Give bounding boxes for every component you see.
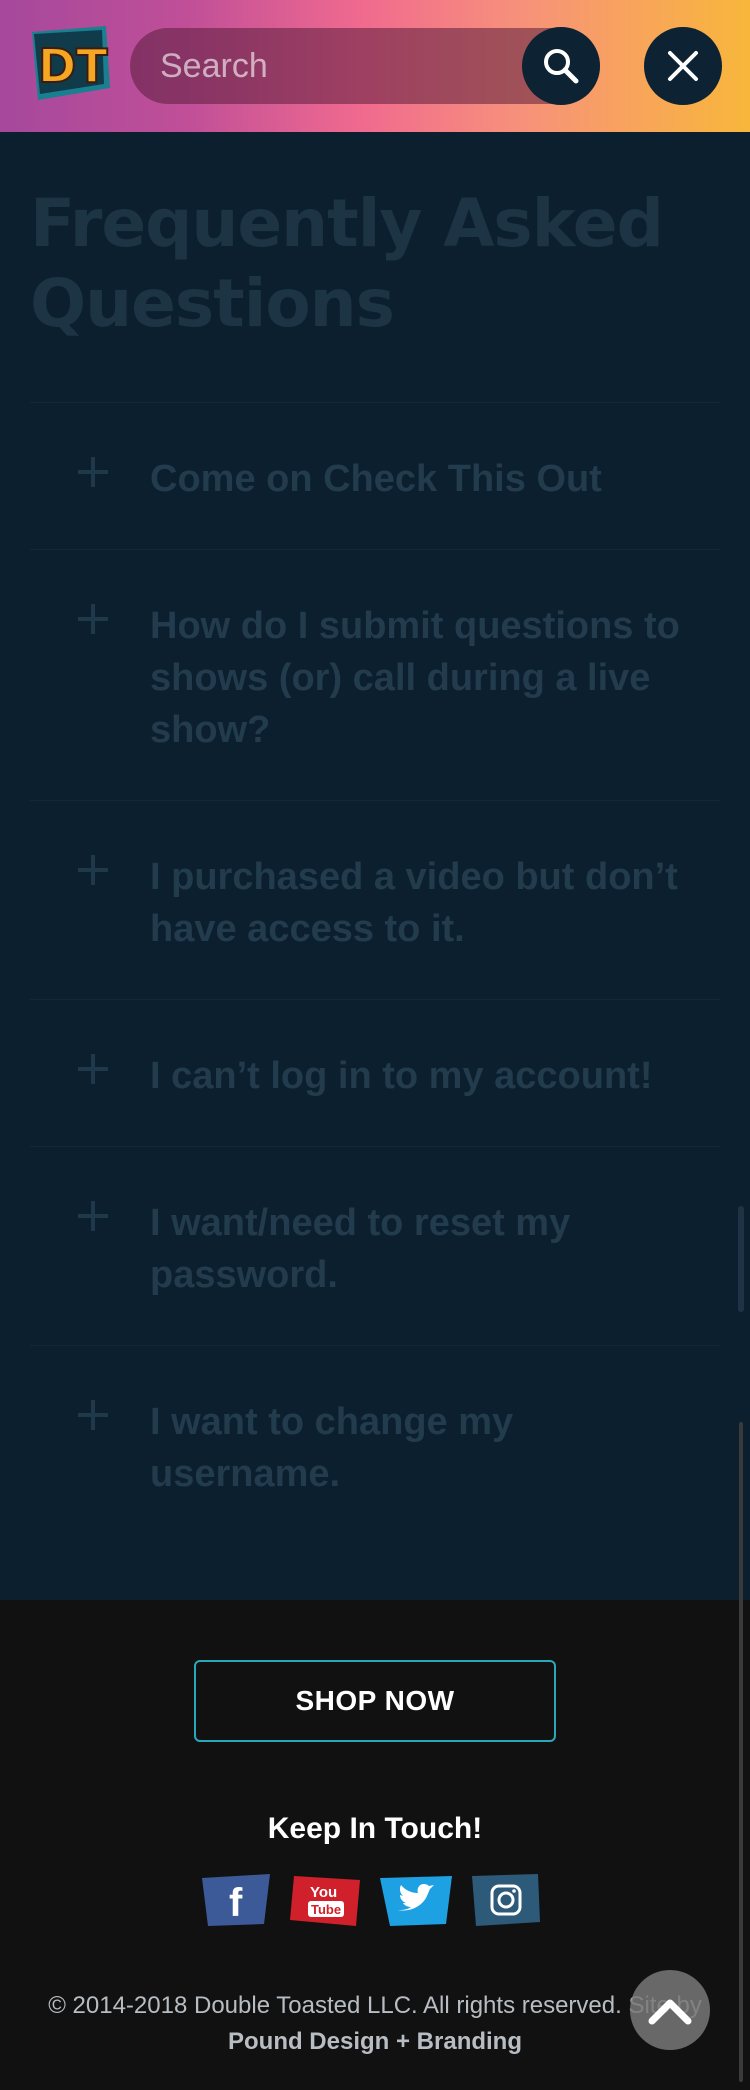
svg-text:Tube: Tube <box>311 1902 341 1917</box>
youtube-icon: You Tube <box>290 1876 360 1926</box>
faq-list: Come on Check This Out How do I submit q… <box>30 402 720 1544</box>
faq-item[interactable]: I want to change my username. <box>30 1345 720 1544</box>
instagram-link[interactable] <box>468 1872 544 1928</box>
faq-item[interactable]: Come on Check This Out <box>30 402 720 549</box>
faq-question: I purchased a video but don’t have acces… <box>150 856 678 950</box>
facebook-link[interactable]: f <box>198 1872 274 1928</box>
faq-item[interactable]: How do I submit questions to shows (or) … <box>30 549 720 800</box>
faq-item[interactable]: I want/need to reset my password. <box>30 1146 720 1345</box>
logo-badge-icon: DT <box>32 26 110 100</box>
shop-now-button[interactable]: SHOP NOW <box>194 1660 556 1742</box>
chevron-up-icon <box>648 1999 692 2025</box>
faq-question: Come on Check This Out <box>150 458 602 500</box>
plus-icon <box>78 604 108 634</box>
faq-question: I want/need to reset my password. <box>150 1202 571 1296</box>
copyright-text: © 2014-2018 Double Toasted LLC. All righ… <box>20 1988 730 2060</box>
instagram-icon <box>472 1874 540 1926</box>
svg-text:You: You <box>310 1884 337 1901</box>
search-icon <box>544 49 579 84</box>
faq-section: Frequently Asked Questions Come on Check… <box>0 132 750 1600</box>
copyright-line: © 2014-2018 Double Toasted LLC. All righ… <box>48 1992 702 2019</box>
twitter-link[interactable] <box>378 1872 454 1928</box>
faq-question: How do I submit questions to shows (or) … <box>150 605 680 751</box>
scrollbar-thumb[interactable] <box>738 1206 744 1312</box>
plus-icon <box>78 457 108 487</box>
back-to-top-button[interactable] <box>630 1970 710 2050</box>
plus-icon <box>78 1201 108 1231</box>
close-icon <box>668 51 698 81</box>
faq-question: I want to change my username. <box>150 1401 514 1495</box>
svg-text:DT: DT <box>38 39 108 93</box>
search-button[interactable] <box>522 27 600 105</box>
page-title: Frequently Asked Questions <box>30 185 664 342</box>
search-bar <box>130 27 600 105</box>
plus-icon <box>78 855 108 885</box>
facebook-icon: f <box>202 1874 270 1926</box>
keep-in-touch-heading: Keep In Touch! <box>267 1812 483 1845</box>
scrollbar[interactable] <box>739 1422 743 2082</box>
faq-item[interactable]: I can’t log in to my account! <box>30 999 720 1146</box>
search-input[interactable] <box>130 28 510 104</box>
plus-icon <box>78 1400 108 1430</box>
plus-icon <box>78 1054 108 1084</box>
site-header: DT <box>0 0 750 132</box>
site-logo[interactable]: DT <box>28 24 112 102</box>
twitter-icon <box>380 1876 452 1926</box>
svg-text:f: f <box>229 1881 243 1925</box>
faq-question: I can’t log in to my account! <box>150 1055 653 1097</box>
youtube-link[interactable]: You Tube <box>288 1872 364 1928</box>
faq-item[interactable]: I purchased a video but don’t have acces… <box>30 800 720 999</box>
close-search-button[interactable] <box>644 27 722 105</box>
designer-credit-link[interactable]: Pound Design + Branding <box>228 2028 522 2055</box>
